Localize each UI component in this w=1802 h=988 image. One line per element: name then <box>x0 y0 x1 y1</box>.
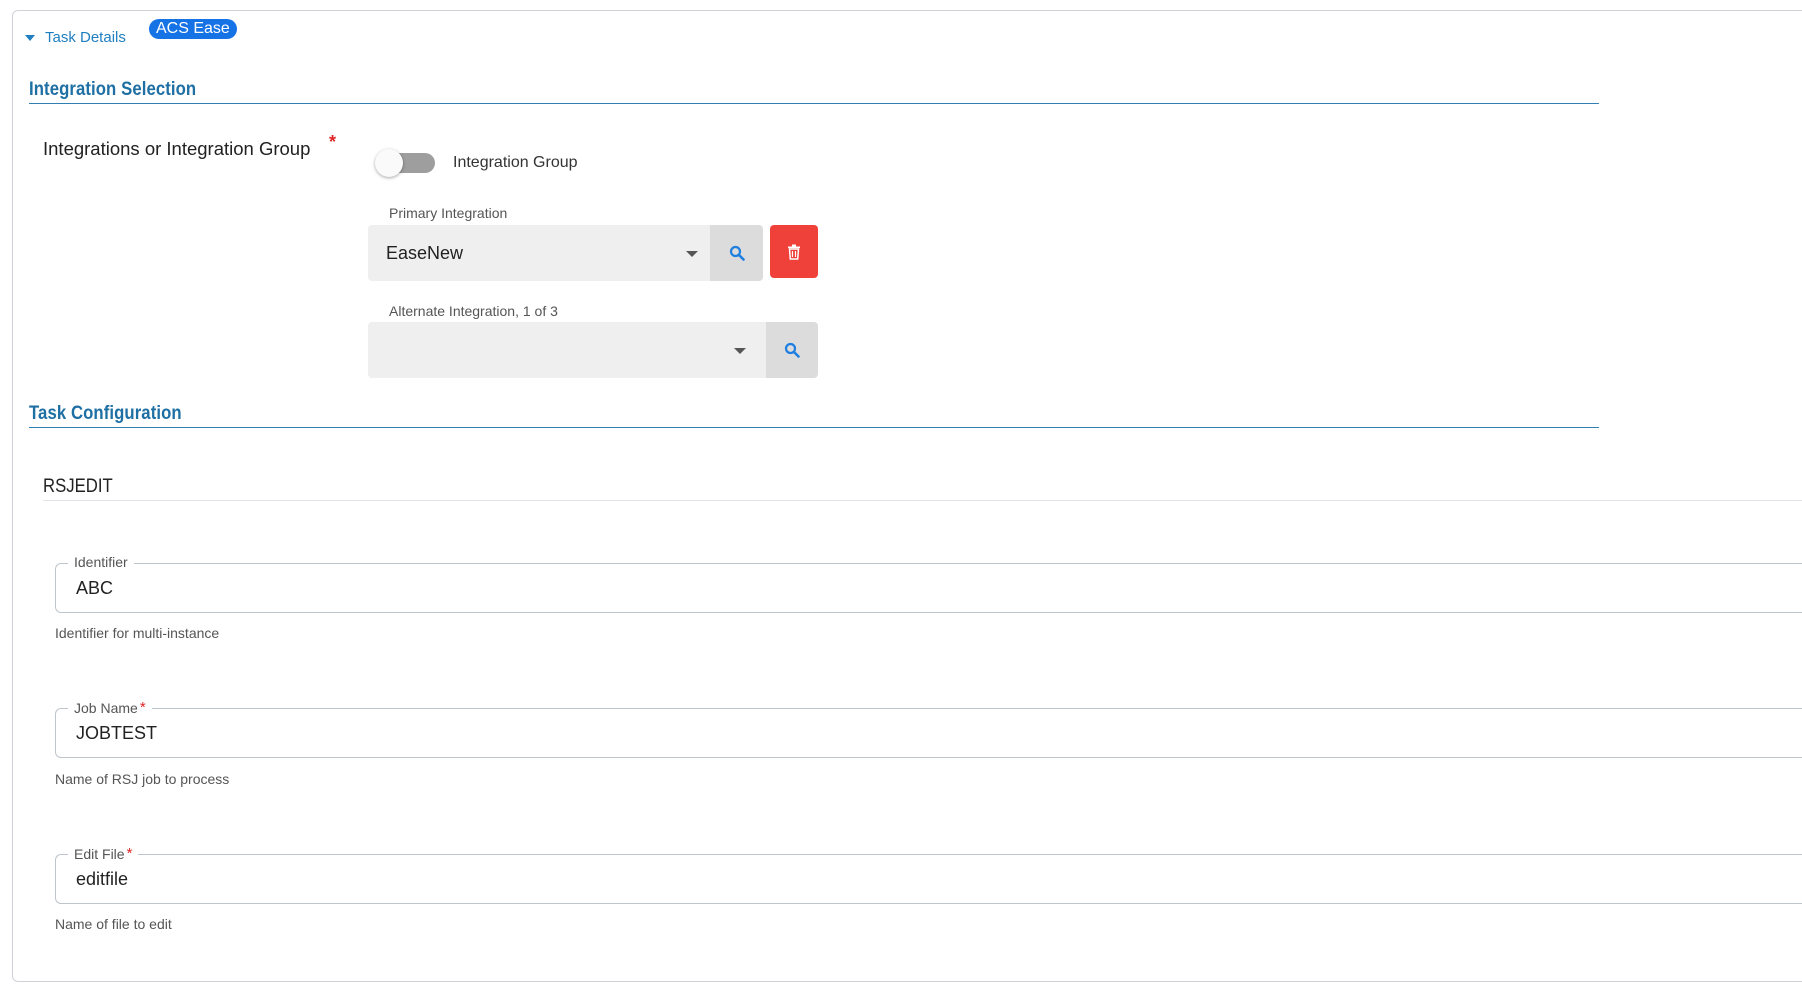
caret-down-icon <box>25 34 35 41</box>
chevron-down-icon <box>734 348 746 354</box>
job-name-hint: Name of RSJ job to process <box>55 771 230 787</box>
alternate-integration-caption: Alternate Integration, 1 of 3 <box>389 303 558 319</box>
trash-icon <box>788 244 800 260</box>
chevron-down-icon <box>686 251 698 257</box>
primary-integration-select[interactable]: EaseNew <box>368 225 710 281</box>
search-icon <box>729 245 745 261</box>
section-title-integration-selection: Integration Selection <box>29 79 1599 104</box>
edit-file-label: Edit File <box>74 845 125 862</box>
integration-group-toggle[interactable] <box>375 149 435 177</box>
edit-file-legend: Edit File * <box>68 845 139 862</box>
group-divider <box>43 500 1802 501</box>
alternate-integration-select[interactable] <box>368 322 766 378</box>
job-name-field[interactable]: Job Name * <box>55 699 1802 758</box>
job-name-legend: Job Name * <box>68 699 152 716</box>
edit-file-input[interactable] <box>76 869 1676 890</box>
required-marker: * <box>329 132 337 152</box>
section-title-task-configuration: Task Configuration <box>29 403 1599 428</box>
rsjedit-group-title: RSJEDIT <box>43 476 113 497</box>
primary-integration-value: EaseNew <box>386 243 464 263</box>
task-details-toggle[interactable]: Task Details <box>25 29 126 46</box>
search-icon <box>784 342 800 358</box>
primary-integration-search-button[interactable] <box>710 225 763 281</box>
required-marker: * <box>126 845 133 862</box>
toggle-knob <box>375 149 403 177</box>
job-name-label: Job Name <box>74 699 138 716</box>
identifier-label: Identifier <box>74 554 128 570</box>
required-marker: * <box>139 699 146 716</box>
delete-primary-integration-button[interactable] <box>770 225 818 278</box>
primary-integration-caption: Primary Integration <box>389 205 508 221</box>
alternate-integration-search-button[interactable] <box>766 322 818 378</box>
task-details-label: Task Details <box>45 29 126 46</box>
edit-file-field[interactable]: Edit File * <box>55 845 1802 904</box>
identifier-input[interactable] <box>76 578 1676 599</box>
integrations-label: Integrations or Integration Group <box>43 138 311 159</box>
integration-group-label: Integration Group <box>453 154 578 171</box>
identifier-field[interactable]: Identifier <box>55 554 1802 613</box>
integration-badge: ACS Ease <box>149 19 237 39</box>
identifier-legend: Identifier <box>68 554 134 570</box>
task-details-panel: Task Details ACS Ease Integration Select… <box>12 10 1802 982</box>
identifier-hint: Identifier for multi-instance <box>55 625 220 641</box>
job-name-input[interactable] <box>76 723 1676 744</box>
edit-file-hint: Name of file to edit <box>55 916 172 932</box>
